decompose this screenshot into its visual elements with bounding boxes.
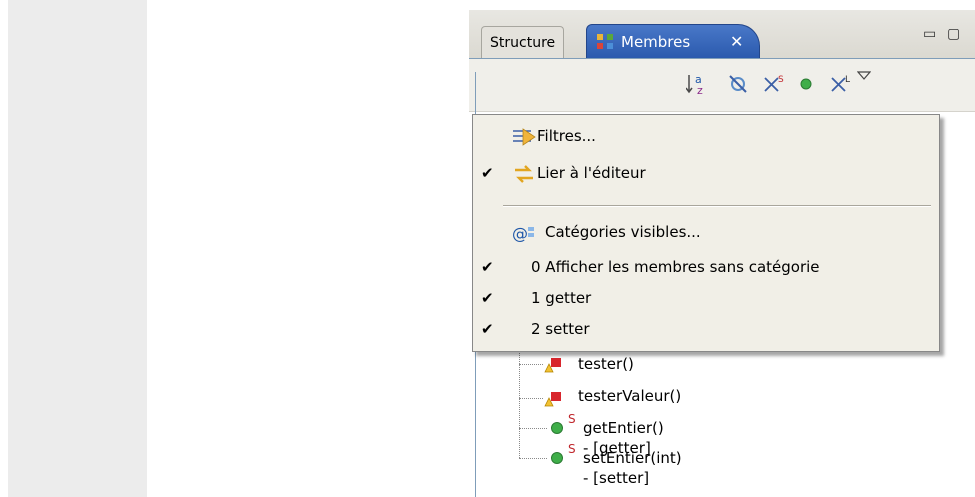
menu-item-label: 1 getter xyxy=(531,289,592,307)
public-static-method-icon xyxy=(551,452,563,464)
menu-separator xyxy=(503,205,931,207)
menu-item-label: Catégories visibles... xyxy=(545,223,701,241)
tab-membres[interactable]: Membres ✕ xyxy=(586,24,760,59)
menu-item-filters[interactable]: Filtres... xyxy=(473,121,939,151)
view-menu-icon[interactable] xyxy=(857,71,871,81)
hide-local-types-icon[interactable]: L xyxy=(829,72,853,96)
tree-connector xyxy=(519,398,543,399)
link-editor-icon xyxy=(515,165,533,183)
svg-text:@: @ xyxy=(512,224,528,243)
hide-fields-icon[interactable] xyxy=(727,73,749,95)
check-icon: ✔ xyxy=(481,289,494,307)
tab-bar: Structure Membres ✕ ▭ ▢ xyxy=(469,10,975,59)
svg-text:S: S xyxy=(778,75,784,85)
sort-alpha-icon[interactable]: a z xyxy=(686,72,710,96)
static-marker: S xyxy=(568,442,576,456)
hide-nonpublic-icon[interactable] xyxy=(799,77,813,91)
svg-text:z: z xyxy=(697,84,703,96)
warning-private-method-icon xyxy=(544,358,561,373)
close-tab-icon[interactable]: ✕ xyxy=(730,25,743,59)
members-view-icon xyxy=(597,34,613,49)
tree-item-label[interactable]: testerValeur() xyxy=(578,386,681,406)
tree-item-label[interactable]: setEntier(int) - [setter] xyxy=(583,448,682,488)
tree-connector xyxy=(519,340,520,458)
tab-structure-label: Structure xyxy=(490,35,556,51)
maximize-icon[interactable]: ▢ xyxy=(947,26,960,42)
menu-item-label: 0 Afficher les membres sans catégorie xyxy=(531,258,820,276)
categories-icon: @ xyxy=(512,224,534,243)
tree-connector xyxy=(519,428,547,429)
check-icon: ✔ xyxy=(481,320,494,338)
menu-item-label: Filtres... xyxy=(537,127,596,145)
hide-static-icon[interactable]: S xyxy=(762,72,786,96)
public-static-method-icon xyxy=(551,422,563,434)
minimize-icon[interactable]: ▭ xyxy=(923,26,936,42)
tree-connector xyxy=(519,364,543,365)
menu-item-link-editor[interactable]: ✔ Lier à l'éditeur xyxy=(473,158,939,188)
filter-icon xyxy=(513,128,536,146)
left-background-strip xyxy=(8,0,147,497)
menu-item-label: 2 setter xyxy=(531,320,590,338)
menu-item-visible-categories[interactable]: @ Catégories visibles... xyxy=(473,217,939,247)
tree-item-label[interactable]: tester() xyxy=(578,354,634,374)
tab-structure[interactable]: Structure xyxy=(481,26,565,59)
static-marker: S xyxy=(568,412,576,426)
svg-text:L: L xyxy=(845,75,850,85)
view-menu-dropdown: Filtres... ✔ Lier à l'éditeur @ Catégori… xyxy=(472,114,940,352)
view-toolbar: a z S L xyxy=(469,58,975,112)
menu-item-category-1[interactable]: ✔ 1 getter xyxy=(473,283,939,313)
menu-item-category-2[interactable]: ✔ 2 setter xyxy=(473,314,939,344)
warning-private-method-icon xyxy=(544,392,561,407)
tab-membres-label: Membres xyxy=(621,33,691,51)
menu-item-label: Lier à l'éditeur xyxy=(537,164,646,182)
menu-item-category-0[interactable]: ✔ 0 Afficher les membres sans catégorie xyxy=(473,252,939,282)
check-icon: ✔ xyxy=(481,258,494,276)
check-icon: ✔ xyxy=(481,164,494,182)
tree-connector xyxy=(519,458,547,459)
